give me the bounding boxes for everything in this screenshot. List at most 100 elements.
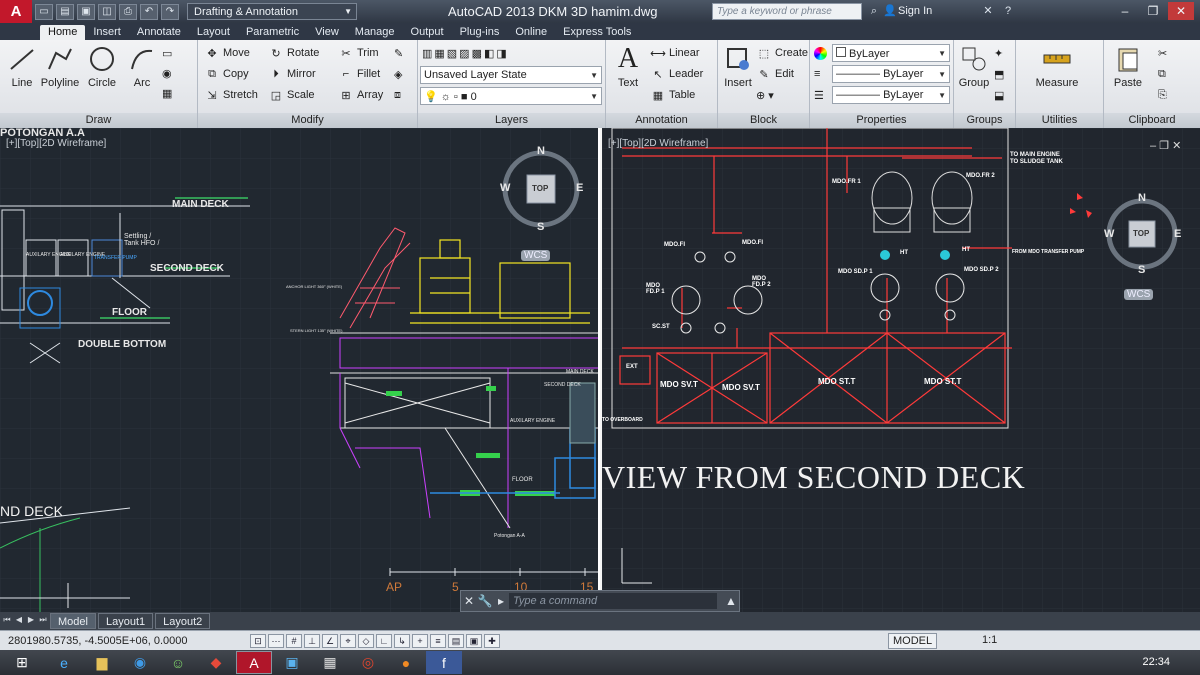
save-icon[interactable]: ▣ bbox=[77, 3, 95, 20]
media-player-icon[interactable]: ◉ bbox=[122, 651, 158, 674]
layers-panel-title[interactable]: Layers bbox=[418, 113, 605, 128]
tab-model[interactable]: Model bbox=[50, 613, 96, 629]
rotate-button[interactable]: ↻ Rotate bbox=[268, 44, 319, 62]
tab-home[interactable]: Home bbox=[40, 25, 86, 40]
music-app-icon[interactable]: ◎ bbox=[350, 651, 386, 674]
firefox-icon[interactable]: ● bbox=[388, 651, 424, 674]
erase-icon[interactable]: ✎ bbox=[394, 44, 403, 62]
tab-parametric[interactable]: Parametric bbox=[238, 25, 307, 40]
compass-north[interactable]: N bbox=[537, 145, 545, 157]
polar-icon[interactable]: ∠ bbox=[322, 633, 338, 648]
mirror-button[interactable]: ⏵ Mirror bbox=[268, 65, 315, 83]
linear-dimension-button[interactable]: ⟷ Linear bbox=[650, 44, 699, 62]
utilities-panel-title[interactable]: Utilities bbox=[1016, 113, 1103, 128]
tab-output[interactable]: Output bbox=[403, 25, 452, 40]
table-button[interactable]: ▦ Table bbox=[650, 86, 696, 104]
tab-layout1[interactable]: Layout1 bbox=[97, 613, 154, 629]
left-viewport[interactable]: [+][Top][2D Wireframe] POTONGAN A.A MAIN… bbox=[0, 128, 600, 612]
monitor-app-icon[interactable]: ▣ bbox=[274, 651, 310, 674]
insert-block-button[interactable]: Insert bbox=[720, 44, 756, 89]
tab-layout2[interactable]: Layout2 bbox=[155, 613, 211, 629]
group-edit-icon[interactable]: ⬒ bbox=[994, 65, 1004, 83]
new-icon[interactable]: ▭ bbox=[35, 3, 53, 20]
close-button[interactable]: ✕ bbox=[1168, 2, 1194, 20]
leader-button[interactable]: ↖ Leader bbox=[650, 65, 703, 83]
tab-insert[interactable]: Insert bbox=[85, 25, 129, 40]
trim-button[interactable]: ✂ Trim bbox=[338, 44, 378, 62]
groups-panel-title[interactable]: Groups bbox=[954, 113, 1015, 128]
tab-plug-ins[interactable]: Plug-ins bbox=[452, 25, 508, 40]
fillet-button[interactable]: ⌐ Fillet bbox=[338, 65, 380, 83]
coordinates-readout[interactable]: 2801980.5735, -4.5005E+06, 0.0000 bbox=[8, 635, 248, 647]
3d-osnap-icon[interactable]: ◇ bbox=[358, 633, 374, 648]
exchange-icon[interactable]: ✕ bbox=[980, 4, 996, 19]
redo-icon[interactable]: ↷ bbox=[161, 3, 179, 20]
color-dropdown[interactable]: ByLayer ▼ bbox=[832, 44, 950, 62]
compass-east[interactable]: E bbox=[576, 182, 583, 194]
text-button[interactable]: A Text bbox=[608, 43, 648, 89]
layer-dropdown[interactable]: 💡 ☼ ▫ ■ 0 ▼ bbox=[420, 87, 602, 105]
linetype-dropdown[interactable]: ———— ByLayer ▼ bbox=[832, 65, 950, 83]
chevron-up-icon[interactable]: ▲ bbox=[723, 594, 739, 608]
workspace-dropdown[interactable]: Drafting & Annotation ▼ bbox=[187, 3, 357, 20]
compass-west-right[interactable]: W bbox=[1104, 228, 1114, 240]
calculator-icon[interactable]: ▦ bbox=[312, 651, 348, 674]
red-app-icon[interactable]: ◆ bbox=[198, 651, 234, 674]
group-select-icon[interactable]: ⬓ bbox=[994, 86, 1004, 104]
file-explorer-icon[interactable]: ▆ bbox=[84, 651, 120, 674]
match-properties-icon[interactable]: ⎘ bbox=[1158, 86, 1167, 104]
group-button[interactable]: Group bbox=[956, 44, 992, 89]
measure-button[interactable]: Measure bbox=[1026, 44, 1088, 89]
restore-button[interactable]: ❐ bbox=[1140, 2, 1166, 20]
help-icon[interactable]: ? bbox=[1000, 4, 1016, 19]
first-tab-icon[interactable]: ⏮ bbox=[2, 615, 12, 627]
plot-icon[interactable]: ⎙ bbox=[119, 3, 137, 20]
selection-cycling-icon[interactable]: ✚ bbox=[484, 633, 500, 648]
wcs-menu[interactable]: WCS bbox=[521, 250, 551, 261]
tab-manage[interactable]: Manage bbox=[347, 25, 403, 40]
tab-annotate[interactable]: Annotate bbox=[129, 25, 189, 40]
open-icon[interactable]: ▤ bbox=[56, 3, 74, 20]
rectangle-icon[interactable]: ▭ bbox=[162, 44, 172, 62]
internet-explorer-icon[interactable]: e bbox=[46, 651, 82, 674]
right-viewport[interactable]: [+][Top][2D Wireframe] – ❐ ✕ VIEW FROM S… bbox=[600, 128, 1200, 612]
layer-state-dropdown[interactable]: Unsaved Layer State ▼ bbox=[420, 66, 602, 84]
lineweight-toggle-icon[interactable]: ≡ bbox=[430, 633, 446, 648]
create-block-button[interactable]: ⬚ Create bbox=[756, 44, 808, 62]
edit-block-button[interactable]: ✎ Edit bbox=[756, 65, 794, 83]
facebook-icon[interactable]: f bbox=[426, 651, 462, 674]
compass-north-right[interactable]: N bbox=[1138, 192, 1146, 204]
last-tab-icon[interactable]: ⏭ bbox=[38, 615, 48, 627]
arc-button[interactable]: Arc bbox=[122, 44, 162, 89]
properties-panel-title[interactable]: Properties bbox=[810, 113, 953, 128]
right-viewport-controls[interactable]: [+][Top][2D Wireframe] bbox=[608, 138, 708, 149]
minimize-button[interactable]: – bbox=[1112, 2, 1138, 20]
grid-icon[interactable]: # bbox=[286, 633, 302, 648]
region-icon[interactable]: ▦ bbox=[162, 84, 172, 102]
left-viewport-controls[interactable]: [+][Top][2D Wireframe] bbox=[6, 138, 106, 149]
offset-icon[interactable]: ⧈ bbox=[394, 86, 401, 104]
annotation-scale[interactable]: 1:1 bbox=[982, 634, 997, 646]
block-panel-title[interactable]: Block bbox=[718, 113, 809, 128]
array-button[interactable]: ⊞ Array bbox=[338, 86, 383, 104]
prev-tab-icon[interactable]: ◀ bbox=[14, 615, 24, 627]
cut-icon[interactable]: ✂ bbox=[1158, 44, 1167, 62]
command-input[interactable]: Type a command bbox=[509, 593, 717, 609]
copy-button[interactable]: ⧉ Copy bbox=[204, 65, 249, 83]
circle-button[interactable]: Circle bbox=[82, 44, 122, 89]
scale-button[interactable]: ◲ Scale bbox=[268, 86, 315, 104]
layer-tools-icon[interactable]: ▥▦▧▨▩◧◨ bbox=[422, 44, 509, 62]
tab-layout[interactable]: Layout bbox=[189, 25, 238, 40]
block-attributes-icon[interactable]: ⊕ ▾ bbox=[756, 86, 774, 104]
model-space-button[interactable]: MODEL bbox=[888, 633, 938, 649]
tab-express-tools[interactable]: Express Tools bbox=[555, 25, 639, 40]
wcs-menu-right[interactable]: WCS bbox=[1124, 289, 1154, 300]
start-button[interactable]: ⊞ bbox=[0, 651, 44, 674]
compass-south[interactable]: S bbox=[537, 221, 544, 233]
close-icon[interactable]: ✕ bbox=[461, 594, 477, 608]
quick-properties-icon[interactable]: ▣ bbox=[466, 633, 482, 648]
messenger-icon[interactable]: ☺ bbox=[160, 651, 196, 674]
annotation-panel-title[interactable]: Annotation bbox=[606, 113, 717, 128]
copy-clip-icon[interactable]: ⧉ bbox=[1158, 65, 1166, 83]
explode-icon[interactable]: ◈ bbox=[394, 65, 402, 83]
